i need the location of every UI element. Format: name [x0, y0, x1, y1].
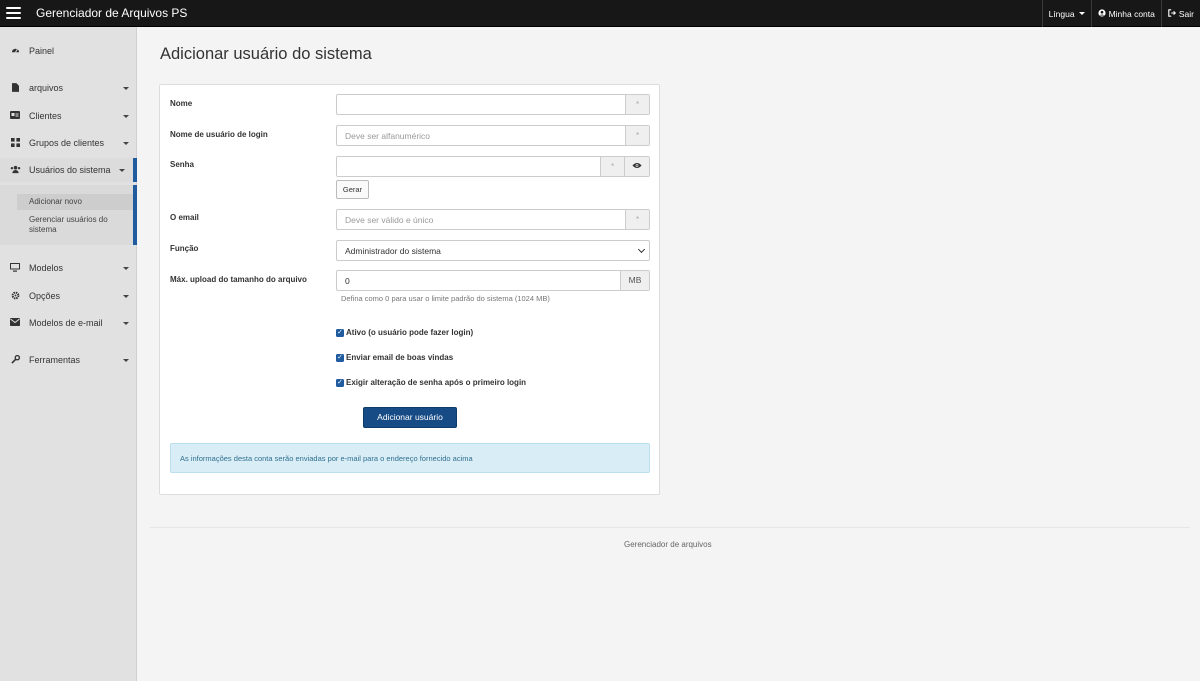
sidebar-item-label: arquivos: [29, 83, 64, 93]
caret-down-icon: [1078, 12, 1085, 15]
email-placeholder: Deve ser válido e único: [345, 215, 434, 225]
logout-link[interactable]: Sair: [1160, 0, 1200, 27]
required-mark: *: [625, 95, 649, 114]
sidebar-item-modelos[interactable]: Modelos: [0, 256, 137, 280]
checkbox-checked-icon[interactable]: ✓: [336, 353, 344, 362]
generate-password-button[interactable]: Gerar: [336, 180, 369, 199]
file-icon: [10, 82, 20, 94]
top-navbar: Gerenciador de Arquivos PS Língua Minha …: [0, 0, 1200, 27]
info-alert-text: As informações desta conta serão enviada…: [180, 454, 473, 463]
gear-icon: [10, 291, 20, 302]
info-alert: As informações desta conta serão enviada…: [170, 443, 650, 473]
my-account-label: Minha conta: [1108, 8, 1155, 19]
my-account-link[interactable]: Minha conta: [1090, 0, 1161, 27]
sidebar-item-clientes[interactable]: Clientes: [0, 104, 137, 128]
language-label: Língua: [1048, 8, 1075, 19]
upload-unit: MB: [620, 271, 649, 290]
name-label: Nome: [170, 99, 193, 108]
sidebar-item-painel[interactable]: Painel: [0, 39, 137, 63]
password-label: Senha: [170, 160, 195, 169]
users-icon: [10, 165, 21, 176]
username-label: Nome de usuário de login: [170, 130, 268, 139]
sidebar-item-label: Ferramentas: [29, 355, 81, 365]
sidebar-submenu: Adicionar novo Gerenciar usuários do sis…: [0, 185, 137, 245]
upload-size-field[interactable]: 0 MB: [336, 270, 650, 291]
email-field[interactable]: Deve ser válido e único *: [336, 209, 650, 230]
checkbox-label: Enviar email de boas vindas: [346, 353, 454, 362]
role-selected-value: Administrador do sistema: [345, 246, 441, 256]
checkbox-label: Exigir alteração de senha após o primeir…: [346, 378, 527, 387]
sidebar-item-label: Modelos de e-mail: [29, 318, 103, 328]
th-large-icon: [10, 137, 20, 149]
app-title[interactable]: Gerenciador de Arquivos PS: [36, 6, 187, 20]
top-nav: Língua Minha conta Sair: [1041, 0, 1200, 27]
checkbox-checked-icon[interactable]: ✓: [336, 378, 344, 387]
sidebar-item-opcoes[interactable]: Opções: [0, 284, 137, 308]
chevron-down-icon: [123, 115, 129, 118]
email-label: O email: [170, 213, 199, 222]
chevron-down-icon: [123, 359, 129, 362]
upload-size-value: 0: [345, 276, 350, 286]
wrench-icon: [10, 354, 20, 366]
checkbox-label: Ativo (o usuário pode fazer login): [346, 328, 474, 337]
eye-icon[interactable]: [624, 157, 649, 176]
sidebar-item-label: Clientes: [29, 111, 62, 121]
role-select[interactable]: Administrador do sistema: [336, 240, 650, 261]
menu-toggle-icon[interactable]: [6, 7, 21, 20]
desktop-icon: [10, 262, 20, 274]
name-field[interactable]: *: [336, 94, 650, 115]
sidebar-item-label: Opções: [29, 291, 61, 301]
required-mark: *: [625, 126, 649, 145]
require-password-change-checkbox[interactable]: ✓ Exigir alteração de senha após o prime…: [336, 378, 526, 387]
required-mark: *: [625, 210, 649, 229]
username-placeholder: Deve ser alfanumérico: [345, 131, 431, 141]
sidebar: Painel arquivos Clientes Grupos de clien…: [0, 27, 137, 681]
sign-out-icon: [1168, 8, 1176, 19]
sidebar-item-modelos-de-email[interactable]: Modelos de e-mail: [0, 311, 137, 335]
add-user-button[interactable]: Adicionar usuário: [363, 407, 457, 428]
role-label: Função: [170, 244, 199, 253]
envelope-icon: [10, 318, 20, 328]
dashboard-icon: [10, 46, 20, 57]
chevron-down-icon: [123, 267, 129, 270]
chevron-down-icon: [123, 295, 129, 298]
sidebar-item-arquivos[interactable]: arquivos: [0, 76, 137, 100]
chevron-down-icon: [637, 245, 646, 254]
sidebar-item-label: Painel: [29, 46, 55, 56]
active-checkbox[interactable]: ✓ Ativo (o usuário pode fazer login): [336, 328, 473, 337]
user-circle-icon: [1097, 8, 1106, 19]
submenu-item-adicionar-novo[interactable]: Adicionar novo: [17, 194, 133, 210]
sidebar-item-usuarios-do-sistema[interactable]: Usuários do sistema: [0, 158, 137, 182]
logout-label: Sair: [1178, 8, 1194, 19]
sidebar-item-ferramentas[interactable]: Ferramentas: [0, 348, 137, 372]
chevron-down-icon: [123, 87, 129, 90]
page-title: Adicionar usuário do sistema: [160, 45, 372, 63]
sidebar-item-label: Usuários do sistema: [29, 165, 111, 175]
upload-help-text: Defina como 0 para usar o limite padrão …: [341, 294, 550, 303]
address-card-icon: [10, 111, 20, 121]
footer-text: Gerenciador de arquivos: [624, 540, 712, 549]
submenu-item-gerenciar-usuarios[interactable]: Gerenciar usuários do sistema: [17, 212, 133, 238]
checkbox-checked-icon[interactable]: ✓: [336, 328, 344, 337]
chevron-down-icon: [119, 169, 125, 172]
required-mark: *: [600, 157, 624, 176]
sidebar-item-label: Grupos de clientes: [29, 138, 105, 148]
welcome-email-checkbox[interactable]: ✓ Enviar email de boas vindas: [336, 353, 453, 362]
sidebar-item-grupos-de-clientes[interactable]: Grupos de clientes: [0, 131, 137, 155]
sidebar-item-label: Modelos: [29, 263, 64, 273]
add-user-form-card: Nome * Nome de usuário de login Deve ser…: [159, 84, 660, 495]
chevron-down-icon: [123, 142, 129, 145]
footer-divider: [150, 527, 1190, 528]
language-dropdown[interactable]: Língua: [1041, 0, 1091, 27]
upload-size-label: Máx. upload do tamanho do arquivo: [170, 275, 307, 284]
chevron-down-icon: [123, 322, 129, 325]
username-field[interactable]: Deve ser alfanumérico *: [336, 125, 650, 146]
password-field[interactable]: *: [336, 156, 650, 177]
